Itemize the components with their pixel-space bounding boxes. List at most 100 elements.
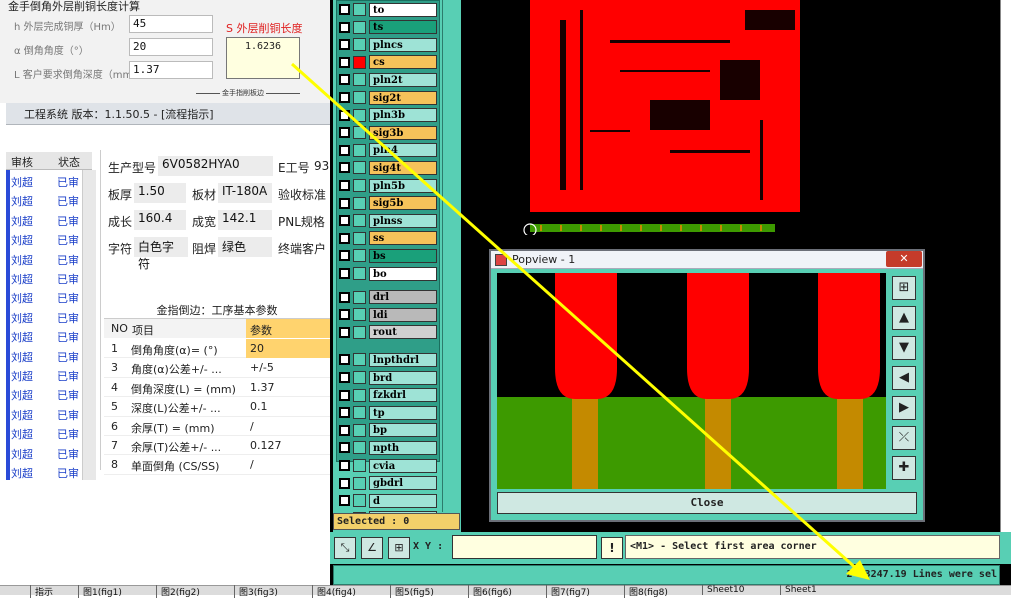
workspace-scrollbar[interactable] (1000, 0, 1011, 532)
table-row[interactable]: 刘超 已审 (6, 268, 92, 287)
grid-snap-icon[interactable]: ⊞ (388, 537, 410, 559)
sheet-tab[interactable]: 图5(fig5) (390, 585, 438, 598)
layer-row-d[interactable]: d (336, 493, 440, 508)
layer-row-bp[interactable]: bp (336, 423, 440, 438)
layer-color-swatch[interactable] (353, 73, 366, 87)
popview-canvas[interactable] (497, 273, 886, 489)
layer-name[interactable]: plncs (369, 37, 437, 52)
params-row[interactable]: 3 角度(α)公差+/- ... +/-5 (104, 358, 330, 378)
layer-name[interactable]: pln5b (369, 178, 437, 193)
layer-color-swatch[interactable] (353, 494, 366, 508)
layer-color-swatch[interactable] (353, 38, 366, 52)
pan-down-icon[interactable]: ▼ (892, 336, 916, 360)
table-row[interactable]: 刘超 已审 (6, 423, 92, 442)
pcb-board-view[interactable] (520, 0, 820, 235)
layer-checkbox[interactable] (339, 309, 350, 321)
layer-color-swatch[interactable] (353, 267, 366, 280)
params-row[interactable]: 4 倒角深度(L) = (mm) 1.37 (104, 378, 330, 398)
layer-name[interactable]: pln4 (369, 143, 437, 158)
info-icon[interactable]: ! (601, 537, 623, 559)
sheet-tab[interactable]: 图1(fig1) (78, 585, 126, 598)
table-row[interactable]: 刘超 已审 (6, 404, 92, 423)
sheet-tab[interactable]: 图8(fig8) (624, 585, 672, 598)
layer-row-cvia[interactable]: cvia (336, 458, 440, 473)
window-close-button[interactable]: ✕ (886, 251, 922, 267)
layer-color-swatch[interactable] (353, 371, 366, 384)
pan-up-icon[interactable]: ▲ (892, 306, 916, 330)
layer-row-gbdrl[interactable]: gbdrl (336, 476, 440, 491)
table-row[interactable]: 刘超 已审 (6, 384, 92, 403)
layer-checkbox[interactable] (339, 372, 350, 383)
layer-name[interactable]: brd (369, 370, 437, 385)
layer-name[interactable]: ldi (369, 307, 437, 322)
layer-checkbox[interactable] (339, 460, 350, 471)
sheet-tab[interactable]: 图3(fig3) (234, 585, 282, 598)
layer-name[interactable]: sig4t (369, 160, 437, 175)
layer-scrollbar[interactable] (442, 0, 461, 512)
layer-color-swatch[interactable] (353, 196, 366, 210)
params-row[interactable]: 8 单面倒角 (CS/SS) / (104, 455, 330, 475)
layer-checkbox[interactable] (339, 442, 350, 454)
layer-checkbox[interactable] (339, 326, 350, 338)
pan-right-icon[interactable]: ▶ (892, 396, 916, 420)
layer-name[interactable]: bp (369, 423, 437, 438)
layer-color-swatch[interactable] (353, 179, 366, 192)
layer-name[interactable]: d (369, 493, 437, 508)
layer-row-pln3b[interactable]: pln3b (336, 108, 440, 123)
layer-name[interactable]: pln3b (369, 108, 437, 123)
layer-checkbox[interactable] (339, 21, 350, 33)
layer-row-sig2t[interactable]: sig2t (336, 90, 440, 105)
layer-color-swatch[interactable] (353, 249, 366, 263)
layer-row-sig3b[interactable]: sig3b (336, 125, 440, 140)
layer-row-cs[interactable]: cs (336, 55, 440, 70)
layer-row-fzkdrl[interactable]: fzkdrl (336, 388, 440, 403)
layer-row-drl[interactable]: drl (336, 290, 440, 305)
table-row[interactable]: 刘超 已审 (6, 229, 92, 248)
layer-name[interactable]: sig3b (369, 125, 437, 140)
layer-row-plnss[interactable]: plnss (336, 213, 440, 228)
layer-color-swatch[interactable] (353, 161, 366, 175)
sheet-tab[interactable]: 图6(fig6) (468, 585, 516, 598)
zoom-in-icon[interactable]: ✚ (892, 456, 916, 480)
layer-checkbox[interactable] (339, 92, 350, 103)
layer-row-npth[interactable]: npth (336, 440, 440, 455)
params-row[interactable]: 5 深度(L)公差+/- ... 0.1 (104, 397, 330, 417)
layer-row-sig5b[interactable]: sig5b (336, 196, 440, 211)
layer-color-swatch[interactable] (353, 353, 366, 367)
layer-name[interactable]: pln2t (369, 72, 437, 87)
table-row[interactable]: 刘超 已审 (6, 171, 92, 190)
xy-coordinate-input[interactable] (452, 535, 597, 559)
layer-checkbox[interactable] (339, 180, 350, 191)
layer-row-ts[interactable]: ts (336, 20, 440, 35)
layer-name[interactable]: sig5b (369, 196, 437, 211)
sheet-tab[interactable]: 指示 (30, 585, 57, 598)
table-scrollbar[interactable] (82, 170, 96, 480)
layer-color-swatch[interactable] (353, 406, 366, 420)
layer-checkbox[interactable] (339, 354, 350, 366)
bevel-angle-input[interactable]: 20 (129, 38, 213, 56)
layer-color-swatch[interactable] (353, 55, 366, 69)
params-row[interactable]: 6 余厚(T) = (mm) / (104, 417, 330, 436)
layer-checkbox[interactable] (339, 39, 350, 51)
layer-color-swatch[interactable] (353, 308, 366, 322)
params-row[interactable]: 1 倒角角度(α)= (°) 20 (104, 339, 330, 359)
layer-color-swatch[interactable] (353, 20, 366, 34)
layer-row-pln4[interactable]: pln4 (336, 143, 440, 158)
layer-checkbox[interactable] (339, 232, 350, 244)
layer-row-to[interactable]: to (336, 2, 440, 17)
layer-color-swatch[interactable] (353, 476, 366, 490)
measure-icon[interactable]: ∠ (361, 537, 383, 559)
layer-row-pln2t[interactable]: pln2t (336, 72, 440, 87)
layer-row-ss[interactable]: ss (336, 231, 440, 246)
pan-left-icon[interactable]: ◀ (892, 366, 916, 390)
layer-name[interactable]: bo (369, 266, 437, 281)
sheet-tab[interactable]: Sheet10 (702, 585, 748, 595)
layer-checkbox[interactable] (339, 477, 350, 489)
layer-row-pln5b[interactable]: pln5b (336, 178, 440, 193)
layer-color-swatch[interactable] (353, 143, 366, 157)
layer-checkbox[interactable] (339, 162, 350, 174)
layer-color-swatch[interactable] (353, 214, 366, 228)
layer-name[interactable]: lnpthdrl (369, 352, 437, 367)
layer-name[interactable]: rout (369, 325, 437, 340)
layer-name[interactable]: cs (369, 55, 437, 70)
